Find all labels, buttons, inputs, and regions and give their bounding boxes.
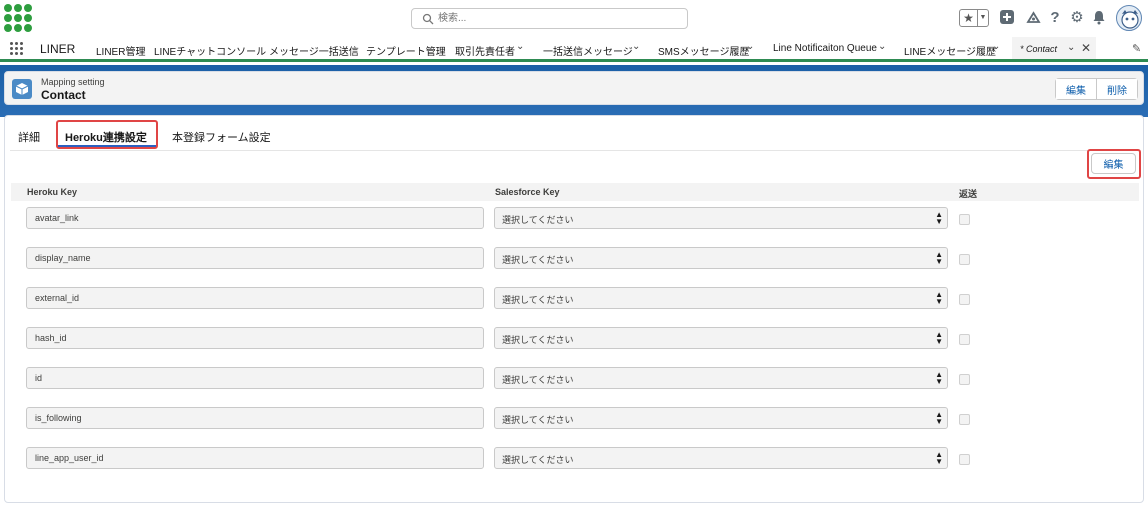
return-checkbox[interactable] xyxy=(959,254,970,265)
app-logo-icon[interactable] xyxy=(4,4,32,32)
salesforce-key-value: 選択してください xyxy=(502,335,574,345)
tab-contact-label: * Contact xyxy=(1020,44,1058,54)
chevron-down-icon[interactable]: ⌄ xyxy=(1067,42,1075,53)
edit-nav-icon[interactable]: ✎ xyxy=(1132,42,1141,55)
chevron-down-icon[interactable]: ⌄ xyxy=(992,41,1000,52)
return-checkbox[interactable] xyxy=(959,374,970,385)
column-salesforce-key: Salesforce Key xyxy=(495,187,560,197)
return-checkbox[interactable] xyxy=(959,214,970,225)
select-arrows-icon: ▲ ▼ xyxy=(935,450,943,466)
global-header: ★ ▼ ? ⚙ xyxy=(0,0,1148,36)
close-icon[interactable]: ✕ xyxy=(1081,41,1091,55)
tab-details[interactable]: 詳細 xyxy=(18,129,40,145)
salesforce-key-value: 選択してください xyxy=(502,375,574,385)
nav-item-contacts[interactable]: 取引先責任者 xyxy=(455,43,515,58)
salesforce-key-value: 選択してください xyxy=(502,255,574,265)
record-title: Contact xyxy=(41,88,86,102)
tabs-divider xyxy=(10,150,1138,151)
search-input[interactable] xyxy=(438,11,678,26)
object-type-label: Mapping setting xyxy=(41,77,105,87)
heroku-key-field: id xyxy=(26,367,484,389)
nav-item-line-chat-console[interactable]: LINEチャットコンソール xyxy=(154,43,266,58)
return-checkbox[interactable] xyxy=(959,454,970,465)
chevron-down-icon[interactable]: ▼ xyxy=(978,10,988,26)
salesforce-key-select[interactable]: 選択してください ▲ ▼ xyxy=(494,327,948,349)
app-name: LINER xyxy=(40,42,76,56)
nav-item-bulk-message-send[interactable]: メッセージ一括送信 xyxy=(269,43,359,58)
gear-icon[interactable]: ⚙ xyxy=(1069,10,1085,26)
nav-item-sms-history[interactable]: SMSメッセージ履歴 xyxy=(658,43,749,58)
nav-item-line-message-history[interactable]: LINEメッセージ履歴 xyxy=(904,43,996,58)
select-arrows-icon: ▲ ▼ xyxy=(935,370,943,386)
salesforce-key-select[interactable]: 選択してください ▲ ▼ xyxy=(494,447,948,469)
app-navigation: LINER LINER管理 LINEチャットコンソール メッセージ一括送信 テン… xyxy=(0,36,1148,62)
chevron-down-icon[interactable]: ⌄ xyxy=(632,41,640,52)
salesforce-key-select[interactable]: 選択してください ▲ ▼ xyxy=(494,207,948,229)
record-header: Mapping setting Contact 編集 削除 xyxy=(4,71,1144,105)
active-tab-indicator xyxy=(58,145,156,147)
add-icon[interactable] xyxy=(999,10,1015,26)
favorites-button[interactable]: ★ ▼ xyxy=(959,9,989,27)
nav-item-bulk-messages[interactable]: 一括送信メッセージ xyxy=(543,43,633,58)
chevron-down-icon[interactable]: ⌄ xyxy=(746,41,754,52)
select-arrows-icon: ▲ ▼ xyxy=(935,330,943,346)
object-icon xyxy=(12,79,32,99)
select-arrows-icon: ▲ ▼ xyxy=(935,290,943,306)
return-checkbox[interactable] xyxy=(959,334,970,345)
select-arrows-icon: ▲ ▼ xyxy=(935,410,943,426)
bell-icon[interactable] xyxy=(1091,10,1107,26)
return-checkbox[interactable] xyxy=(959,294,970,305)
return-checkbox[interactable] xyxy=(959,414,970,425)
column-heroku-key: Heroku Key xyxy=(27,187,78,197)
trailhead-icon[interactable] xyxy=(1025,10,1041,26)
nav-item-line-notification-queue[interactable]: Line Notificaiton Queue xyxy=(773,43,877,54)
heroku-key-field: external_id xyxy=(26,287,484,309)
app-launcher-icon[interactable] xyxy=(10,42,24,56)
search-icon xyxy=(422,13,434,25)
salesforce-key-select[interactable]: 選択してください ▲ ▼ xyxy=(494,367,948,389)
star-icon[interactable]: ★ xyxy=(960,10,978,26)
tab-registration-form[interactable]: 本登録フォーム設定 xyxy=(172,129,271,145)
user-avatar[interactable] xyxy=(1116,5,1142,31)
salesforce-key-select[interactable]: 選択してください ▲ ▼ xyxy=(494,407,948,429)
heroku-key-field: hash_id xyxy=(26,327,484,349)
salesforce-key-value: 選択してください xyxy=(502,215,574,225)
nav-item-liner-admin[interactable]: LINER管理 xyxy=(96,43,145,58)
mapping-table-header: Heroku Key Salesforce Key 返送 xyxy=(11,183,1139,201)
tab-heroku-settings[interactable]: Heroku連携設定 xyxy=(65,129,147,145)
salesforce-key-value: 選択してください xyxy=(502,415,574,425)
select-arrows-icon: ▲ ▼ xyxy=(935,210,943,226)
nav-item-template-admin[interactable]: テンプレート管理 xyxy=(366,43,446,58)
global-search[interactable] xyxy=(411,8,688,29)
heroku-key-field: display_name xyxy=(26,247,484,269)
salesforce-key-select[interactable]: 選択してください ▲ ▼ xyxy=(494,247,948,269)
help-icon[interactable]: ? xyxy=(1047,10,1063,26)
record-actions: 編集 削除 xyxy=(1055,78,1138,100)
main-card xyxy=(4,115,1144,503)
chevron-down-icon[interactable]: ⌄ xyxy=(516,41,524,52)
column-return: 返送 xyxy=(959,189,978,199)
heroku-key-field: is_following xyxy=(26,407,484,429)
record-delete-button[interactable]: 削除 xyxy=(1096,79,1137,99)
salesforce-key-value: 選択してください xyxy=(502,295,574,305)
record-edit-button[interactable]: 編集 xyxy=(1056,79,1096,99)
select-arrows-icon: ▲ ▼ xyxy=(935,250,943,266)
mapping-edit-button[interactable]: 編集 xyxy=(1091,153,1136,174)
chevron-down-icon[interactable]: ⌄ xyxy=(878,41,886,52)
salesforce-key-select[interactable]: 選択してください ▲ ▼ xyxy=(494,287,948,309)
tab-contact[interactable]: * Contact ⌄ ✕ xyxy=(1012,37,1096,62)
heroku-key-field: avatar_link xyxy=(26,207,484,229)
heroku-key-field: line_app_user_id xyxy=(26,447,484,469)
salesforce-key-value: 選択してください xyxy=(502,455,574,465)
